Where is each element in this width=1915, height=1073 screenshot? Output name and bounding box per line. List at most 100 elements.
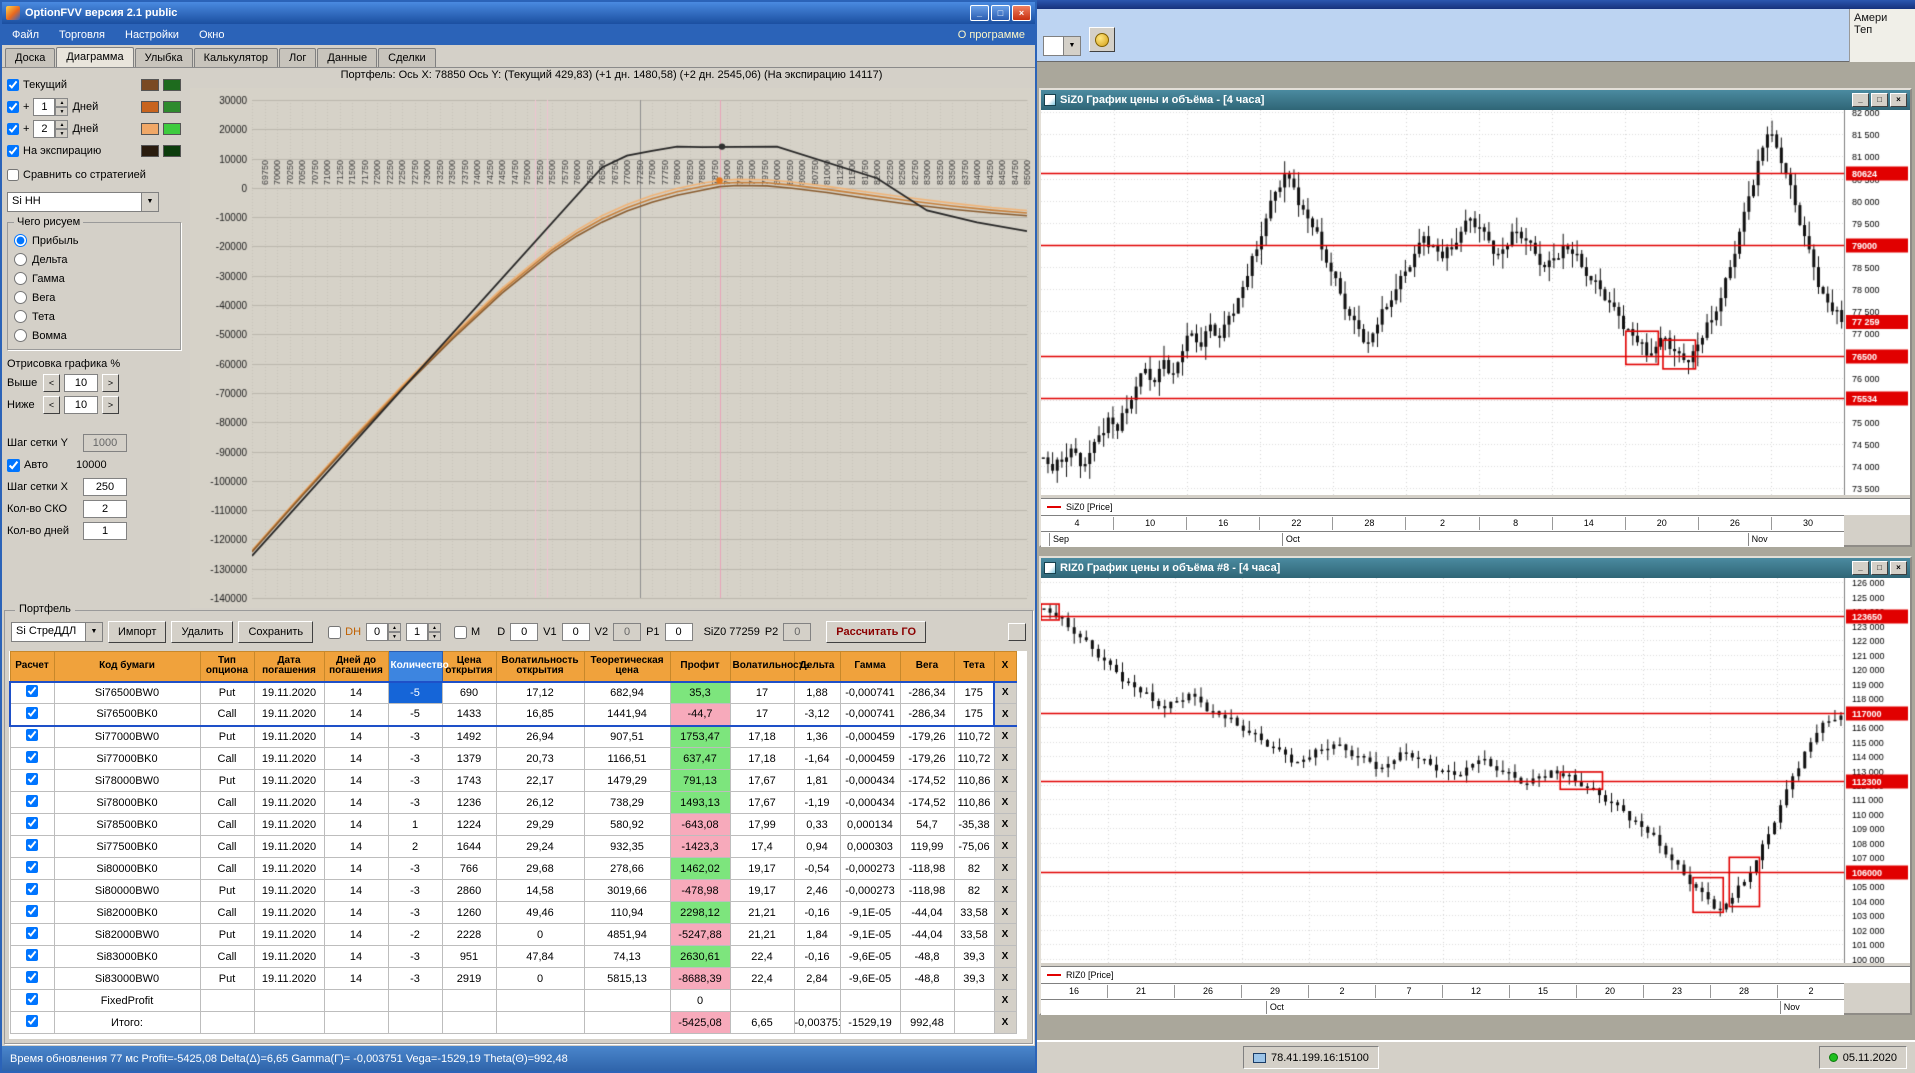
chevron-down-icon[interactable]: ▼: [1063, 37, 1080, 55]
menu-about[interactable]: О программе: [958, 29, 1035, 41]
delete-row-button[interactable]: X: [993, 879, 1017, 902]
dh2-input[interactable]: [406, 623, 429, 641]
portfolio-select[interactable]: Si СтреДДЛ ▼: [11, 622, 103, 642]
delete-row-button[interactable]: X: [993, 769, 1017, 792]
m-row[interactable]: M: [454, 625, 480, 639]
calc-margin-button[interactable]: Рассчитать ГО: [826, 621, 927, 643]
curve-color-swatch[interactable]: [141, 145, 159, 157]
tab-Доска[interactable]: Доска: [5, 48, 56, 67]
spin-up-icon[interactable]: ▲: [388, 623, 402, 632]
draw-option-Гамма[interactable]: Гамма: [14, 269, 174, 288]
delete-row-button[interactable]: X: [993, 989, 1017, 1012]
draw-radio[interactable]: [14, 291, 27, 304]
curve-color-swatch[interactable]: [163, 79, 181, 91]
table-row[interactable]: Si80000BK0 Call 19.11.2020 14 -3 766 29,68 278,…: [9, 857, 1017, 880]
delete-row-button[interactable]: X: [993, 703, 1017, 727]
delete-row-button[interactable]: X: [993, 835, 1017, 858]
curve-days-stepper[interactable]: ▲▼: [33, 120, 69, 138]
delete-row-button[interactable]: X: [993, 923, 1017, 946]
spin-up-icon[interactable]: ▲: [428, 623, 442, 632]
draw-option-Вега[interactable]: Вега: [14, 288, 174, 307]
curve-checkbox[interactable]: [7, 145, 19, 157]
col-header-9[interactable]: Профит: [669, 651, 731, 682]
row-calc-checkbox[interactable]: [26, 706, 39, 719]
col-header-0[interactable]: Расчет: [9, 651, 55, 682]
col-header-10[interactable]: Волатильность: [729, 651, 810, 682]
chevron-down-icon[interactable]: ▼: [141, 193, 158, 211]
row-calc-checkbox[interactable]: [26, 949, 38, 961]
spin-down-icon[interactable]: ▼: [388, 632, 402, 641]
delete-row-button[interactable]: X: [993, 857, 1017, 880]
curve-color-swatch[interactable]: [163, 145, 181, 157]
table-row[interactable]: Si77000BW0 Put 19.11.2020 14 -3 1492 26,94 907,…: [9, 725, 1017, 748]
tab-Калькулятор[interactable]: Калькулятор: [193, 48, 279, 67]
delete-row-button[interactable]: X: [993, 945, 1017, 968]
col-header-15[interactable]: X: [993, 651, 1017, 682]
tab-Диаграмма[interactable]: Диаграмма: [56, 47, 134, 67]
close-button[interactable]: ×: [1890, 93, 1907, 107]
tab-Улыбка[interactable]: Улыбка: [134, 48, 193, 67]
p1-input[interactable]: [664, 623, 693, 641]
row-calc-checkbox[interactable]: [26, 861, 38, 873]
above-decrement-button[interactable]: <: [43, 374, 60, 392]
curve-checkbox[interactable]: [7, 101, 19, 113]
row-calc-checkbox[interactable]: [26, 905, 38, 917]
table-row[interactable]: Si77500BK0 Call 19.11.2020 14 2 1644 29,24 932,…: [9, 835, 1017, 858]
curve-checkbox[interactable]: [7, 79, 19, 91]
minimize-button[interactable]: _: [1852, 93, 1869, 107]
table-row[interactable]: Si76500BW0 Put 19.11.2020 14 -5 690 17,12 682,9…: [9, 680, 1017, 704]
top-combobox[interactable]: ▼: [1043, 36, 1081, 56]
dh-row[interactable]: DH: [328, 625, 361, 639]
below-input[interactable]: [64, 396, 98, 414]
auto-row[interactable]: Авто: [7, 458, 48, 472]
col-header-8[interactable]: Теоретическая цена: [583, 651, 671, 682]
table-row[interactable]: Si80000BW0 Put 19.11.2020 14 -3 2860 14,58 3019…: [9, 879, 1017, 902]
tab-Сделки[interactable]: Сделки: [378, 48, 436, 67]
d-input[interactable]: [510, 623, 539, 641]
riz0-price-canvas[interactable]: [1041, 578, 1910, 963]
restore-button[interactable]: □: [1871, 561, 1888, 575]
col-header-12[interactable]: Гамма: [839, 651, 901, 682]
draw-radio[interactable]: [14, 234, 27, 247]
close-button[interactable]: ×: [1890, 561, 1907, 575]
top-toolbar-button[interactable]: [1089, 27, 1115, 52]
col-header-2[interactable]: Тип опциона: [199, 651, 255, 682]
draw-option-Тета[interactable]: Тета: [14, 307, 174, 326]
col-header-14[interactable]: Тета: [953, 651, 995, 682]
delete-row-button[interactable]: X: [993, 747, 1017, 770]
menu-Настройки[interactable]: Настройки: [115, 26, 189, 44]
delete-row-button[interactable]: X: [993, 1011, 1017, 1034]
table-row[interactable]: Si78500BK0 Call 19.11.2020 14 1 1224 29,29 580,…: [9, 813, 1017, 836]
draw-radio[interactable]: [14, 329, 27, 342]
table-row[interactable]: Si83000BW0 Put 19.11.2020 14 -3 2919 0 5815,13-…: [9, 967, 1017, 990]
spin-down-icon[interactable]: ▼: [428, 632, 442, 641]
chevron-down-icon[interactable]: ▼: [85, 623, 102, 641]
curve-color-swatch[interactable]: [141, 101, 159, 113]
delete-row-button[interactable]: X: [993, 725, 1017, 748]
col-header-13[interactable]: Вега: [899, 651, 955, 682]
col-header-6[interactable]: Цена открытия: [441, 651, 497, 682]
curve-checkbox[interactable]: [7, 123, 19, 135]
col-header-4[interactable]: Дней до погашения: [323, 651, 389, 682]
delete-row-button[interactable]: X: [993, 791, 1017, 814]
col-header-11[interactable]: Дельта: [793, 651, 841, 682]
row-calc-checkbox[interactable]: [26, 839, 38, 851]
row-calc-checkbox[interactable]: [26, 773, 38, 785]
curve-color-swatch[interactable]: [163, 123, 181, 135]
table-row[interactable]: FixedProfit 0 X: [9, 989, 1017, 1012]
delete-row-button[interactable]: X: [993, 813, 1017, 836]
menu-Окно[interactable]: Окно: [189, 26, 235, 44]
grid-x-input[interactable]: [83, 478, 127, 496]
row-calc-checkbox[interactable]: [26, 751, 38, 763]
curve-days-input[interactable]: [33, 120, 56, 138]
delete-row-button[interactable]: X: [993, 967, 1017, 990]
table-row[interactable]: Si76500BK0 Call 19.11.2020 14 -5 1433 16,85 144…: [9, 703, 1017, 727]
menu-Файл[interactable]: Файл: [2, 26, 49, 44]
table-row[interactable]: Si82000BW0 Put 19.11.2020 14 -2 2228 0 4851,94-…: [9, 923, 1017, 946]
col-header-7[interactable]: Волатильность открытия: [495, 651, 585, 682]
import-button[interactable]: Импорт: [108, 621, 167, 643]
row-calc-checkbox[interactable]: [26, 971, 38, 983]
curve-color-swatch[interactable]: [141, 79, 159, 91]
table-row[interactable]: Si83000BK0 Call 19.11.2020 14 -3 951 47,84 74,1…: [9, 945, 1017, 968]
dh2-stepper[interactable]: ▲▼: [406, 623, 442, 641]
